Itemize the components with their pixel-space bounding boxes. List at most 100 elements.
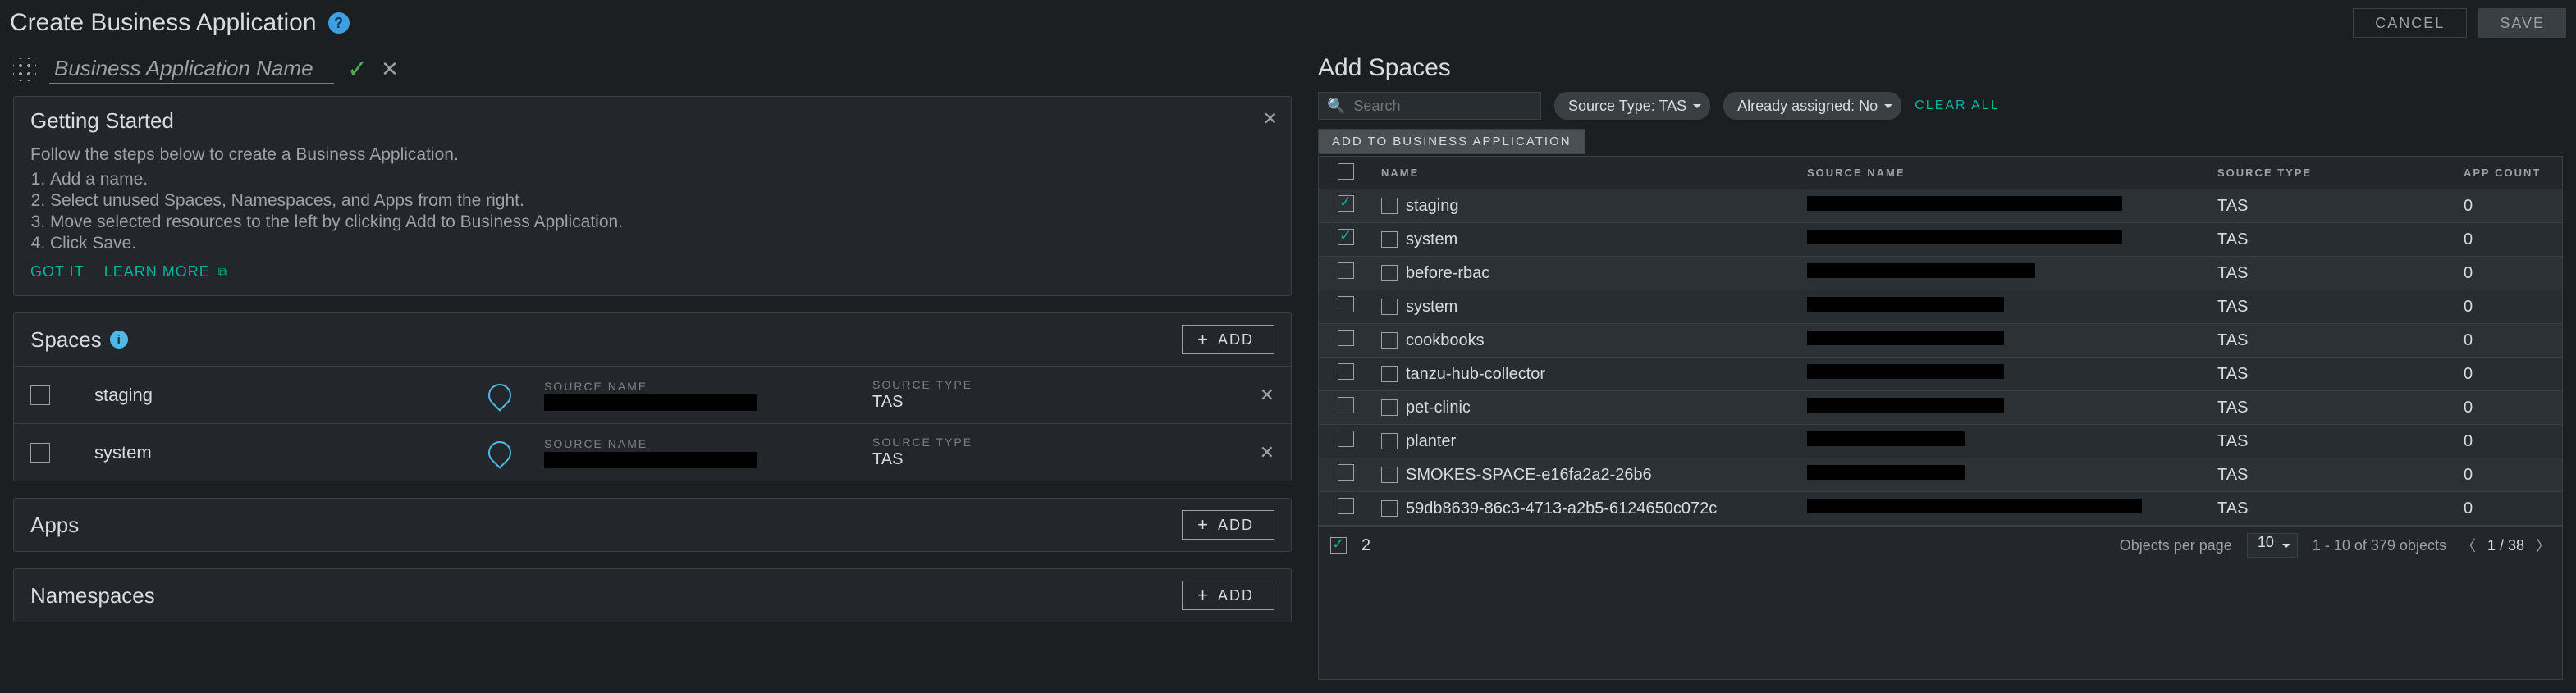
space-icon bbox=[1381, 467, 1398, 483]
footer-checked-icon[interactable] bbox=[1330, 537, 1347, 554]
row-app-count: 0 bbox=[2464, 365, 2473, 383]
spaces-table: NAME SOURCE NAME SOURCE TYPE APP COUNT s… bbox=[1319, 157, 2562, 526]
select-all-checkbox[interactable] bbox=[1338, 163, 1354, 180]
col-app-count[interactable]: APP COUNT bbox=[2455, 157, 2562, 189]
row-checkbox[interactable] bbox=[1338, 363, 1354, 380]
row-source-name bbox=[1807, 230, 2122, 244]
table-row[interactable]: systemTAS0 bbox=[1319, 290, 2562, 324]
drag-handle-icon[interactable] bbox=[13, 58, 36, 81]
row-checkbox[interactable] bbox=[1338, 262, 1354, 279]
cancel-button[interactable]: CANCEL bbox=[2353, 8, 2467, 38]
row-source-name bbox=[1807, 297, 2004, 312]
apps-card: Apps + ADD bbox=[13, 498, 1292, 552]
row-checkbox[interactable] bbox=[1338, 296, 1354, 312]
save-button[interactable]: SAVE bbox=[2478, 8, 2566, 38]
row-checkbox[interactable] bbox=[1338, 498, 1354, 514]
page-size-select[interactable]: 10 bbox=[2247, 533, 2298, 558]
table-row[interactable]: pet-clinic TAS 0 bbox=[1319, 391, 2562, 425]
business-application-name-input[interactable] bbox=[49, 54, 334, 84]
row-name: before-rbac bbox=[1406, 264, 1489, 282]
confirm-name-icon[interactable]: ✓ bbox=[347, 55, 368, 84]
selected-count: 2 bbox=[1361, 536, 1370, 555]
row-name: 59db8639-86c3-4713-a2b5-6124650c072c bbox=[1406, 499, 1717, 517]
row-source-name bbox=[1807, 398, 2004, 413]
row-name: staging bbox=[1406, 197, 1459, 215]
table-row[interactable]: stagingTAS0 bbox=[1319, 189, 2562, 223]
filter-already-assigned[interactable]: Already assigned: No bbox=[1723, 92, 1901, 120]
location-icon[interactable] bbox=[483, 436, 516, 469]
col-source-type[interactable]: SOURCE TYPE bbox=[2209, 157, 2455, 189]
source-name-label: SOURCE NAME bbox=[544, 380, 840, 393]
row-source-name bbox=[1807, 465, 1965, 480]
prev-page-icon[interactable]: 〈 bbox=[2461, 535, 2476, 556]
search-icon: 🔍 bbox=[1327, 98, 1345, 115]
row-app-count: 0 bbox=[2464, 432, 2473, 450]
row-checkbox[interactable] bbox=[1338, 464, 1354, 481]
row-source-type: TAS bbox=[2217, 264, 2248, 282]
spaces-card: Spaces i + ADD staging SOURCE NAME SOURC… bbox=[13, 312, 1292, 481]
source-name-value bbox=[544, 452, 757, 468]
source-type-value: TAS bbox=[872, 393, 1036, 412]
row-checkbox[interactable] bbox=[1338, 229, 1354, 245]
row-source-type: TAS bbox=[2217, 399, 2248, 417]
gs-step: Add a name. bbox=[50, 170, 1274, 189]
next-page-icon[interactable]: 〉 bbox=[2536, 535, 2551, 556]
namespaces-add-button[interactable]: + ADD bbox=[1182, 581, 1274, 610]
row-checkbox[interactable] bbox=[1338, 397, 1354, 413]
table-row[interactable]: cookbooksTAS0 bbox=[1319, 324, 2562, 358]
row-checkbox[interactable] bbox=[1338, 431, 1354, 447]
getting-started-intro: Follow the steps below to create a Busin… bbox=[30, 145, 1274, 165]
spaces-add-button[interactable]: + ADD bbox=[1182, 325, 1274, 354]
row-name: pet-clinic bbox=[1406, 399, 1471, 417]
gs-step: Click Save. bbox=[50, 234, 1274, 253]
table-row[interactable]: 59db8639-86c3-4713-a2b5-6124650c072cTAS0 bbox=[1319, 492, 2562, 526]
got-it-link[interactable]: GOT IT bbox=[30, 263, 85, 280]
help-icon[interactable]: ? bbox=[328, 12, 350, 34]
row-source-type: TAS bbox=[2217, 331, 2248, 349]
table-row[interactable]: SMOKES-SPACE-e16fa2a2-26b6TAS0 bbox=[1319, 458, 2562, 492]
learn-more-link[interactable]: LEARN MORE bbox=[104, 263, 210, 280]
getting-started-card: ✕ Getting Started Follow the steps below… bbox=[13, 96, 1292, 296]
search-input[interactable] bbox=[1352, 97, 1545, 116]
row-name: SMOKES-SPACE-e16fa2a2-26b6 bbox=[1406, 466, 1652, 484]
clear-name-icon[interactable]: ✕ bbox=[381, 57, 399, 82]
table-row[interactable]: planterTAS0 bbox=[1319, 425, 2562, 458]
remove-space-icon[interactable]: ✕ bbox=[1260, 385, 1274, 406]
search-input-wrap[interactable]: 🔍 bbox=[1318, 92, 1541, 120]
source-type-label: SOURCE TYPE bbox=[872, 435, 1036, 449]
row-checkbox[interactable] bbox=[1338, 195, 1354, 212]
row-checkbox[interactable] bbox=[1338, 330, 1354, 346]
row-source-type: TAS bbox=[2217, 197, 2248, 215]
info-icon[interactable]: i bbox=[110, 331, 128, 349]
remove-space-icon[interactable]: ✕ bbox=[1260, 442, 1274, 463]
table-row[interactable]: tanzu-hub-collectorTAS0 bbox=[1319, 358, 2562, 391]
external-link-icon: ⧉ bbox=[218, 266, 228, 280]
source-name-value bbox=[544, 394, 757, 411]
row-app-count: 0 bbox=[2464, 399, 2473, 417]
apps-add-label: ADD bbox=[1218, 517, 1254, 534]
add-spaces-title: Add Spaces bbox=[1318, 54, 2563, 82]
row-source-name bbox=[1807, 196, 2122, 211]
col-name[interactable]: NAME bbox=[1373, 157, 1799, 189]
table-row[interactable]: systemTAS0 bbox=[1319, 223, 2562, 257]
row-app-count: 0 bbox=[2464, 230, 2473, 248]
space-icon bbox=[1381, 500, 1398, 517]
space-icon bbox=[1381, 399, 1398, 416]
add-to-business-application-button[interactable]: ADD TO BUSINESS APPLICATION bbox=[1318, 129, 1585, 154]
table-row[interactable]: before-rbacTAS0 bbox=[1319, 257, 2562, 290]
filter-source-type[interactable]: Source Type: TAS bbox=[1554, 92, 1710, 120]
objects-per-page-label: Objects per page bbox=[2120, 537, 2232, 554]
close-icon[interactable]: ✕ bbox=[1263, 108, 1278, 130]
namespaces-title: Namespaces bbox=[30, 583, 155, 609]
namespaces-add-label: ADD bbox=[1218, 587, 1254, 604]
location-icon[interactable] bbox=[483, 379, 516, 412]
row-source-name bbox=[1807, 431, 1965, 446]
space-icon bbox=[30, 443, 50, 463]
col-source-name[interactable]: SOURCE NAME bbox=[1799, 157, 2209, 189]
row-source-name bbox=[1807, 364, 2004, 379]
space-row: system SOURCE NAME SOURCE TYPE TAS ✕ bbox=[14, 423, 1291, 481]
clear-all-link[interactable]: CLEAR ALL bbox=[1915, 98, 1999, 113]
apps-title: Apps bbox=[30, 513, 79, 538]
filter-already-assigned-label: Already assigned: No bbox=[1737, 98, 1878, 115]
apps-add-button[interactable]: + ADD bbox=[1182, 510, 1274, 540]
